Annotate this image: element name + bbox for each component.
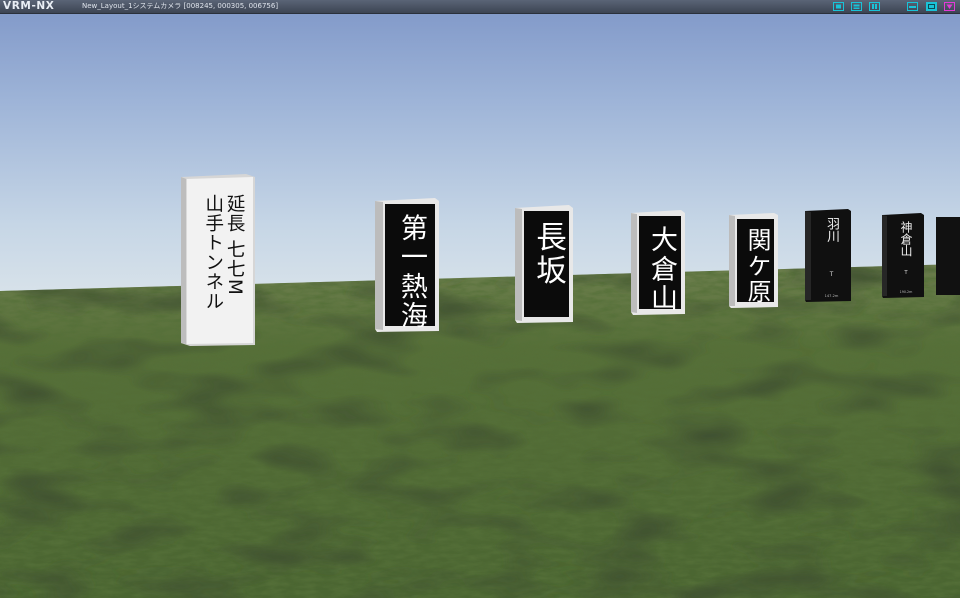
station-sign-yamate-tunnel: 延長 七七M 山手トンネル — [181, 174, 255, 346]
sign-text-line: 延長 七七M — [224, 194, 245, 296]
menu-down-icon[interactable] — [944, 2, 955, 11]
sign-station-name: 神倉山 — [899, 220, 913, 256]
minimize-icon[interactable] — [907, 2, 918, 11]
view-icon-3[interactable] — [869, 2, 880, 11]
app-logo: VRM-NX — [3, 0, 55, 12]
station-sign-kamikurayama: 神倉山 T 190.2m — [882, 213, 924, 298]
sign-elevation: 190.2m — [900, 290, 913, 294]
station-sign-hanegawa: 羽川 T 147.2m — [805, 209, 851, 302]
sign-station-name: 関ケ原 — [743, 228, 771, 305]
sign-station-name: 羽川 — [824, 217, 839, 243]
sign-station-name: 長坂 — [531, 221, 566, 287]
sign-text-line: 山手トンネル — [203, 194, 224, 311]
sign-elevation: 147.2m — [825, 294, 839, 298]
station-sign-sekigahara: 関ケ原 — [729, 213, 778, 308]
window-title: New_Layout_1システムカメラ [008245, 000305, 006… — [82, 2, 279, 10]
station-sign-nagasaka: 長坂 — [515, 205, 573, 323]
3d-viewport[interactable]: 延長 七七M 山手トンネル 第一熱海 長坂 大倉山 関ケ原 羽川 T 147.2m 神倉山 T 190… — [0, 0, 960, 598]
station-sign-daiichi-atami: 第一熱海 — [375, 198, 439, 332]
station-sign-ookurayama: 大倉山 — [631, 210, 685, 315]
view-icon-2[interactable] — [851, 2, 862, 11]
title-bar: VRM-NX New_Layout_1システムカメラ [008245, 0003… — [0, 0, 960, 14]
sign-station-name: 大倉山 — [646, 225, 677, 313]
sign-marker: T — [829, 272, 834, 278]
sign-station-name: 第一熱海 — [396, 213, 427, 330]
maximize-icon[interactable] — [926, 2, 937, 11]
station-sign-edge — [936, 217, 960, 295]
view-icon-1[interactable] — [833, 2, 844, 11]
